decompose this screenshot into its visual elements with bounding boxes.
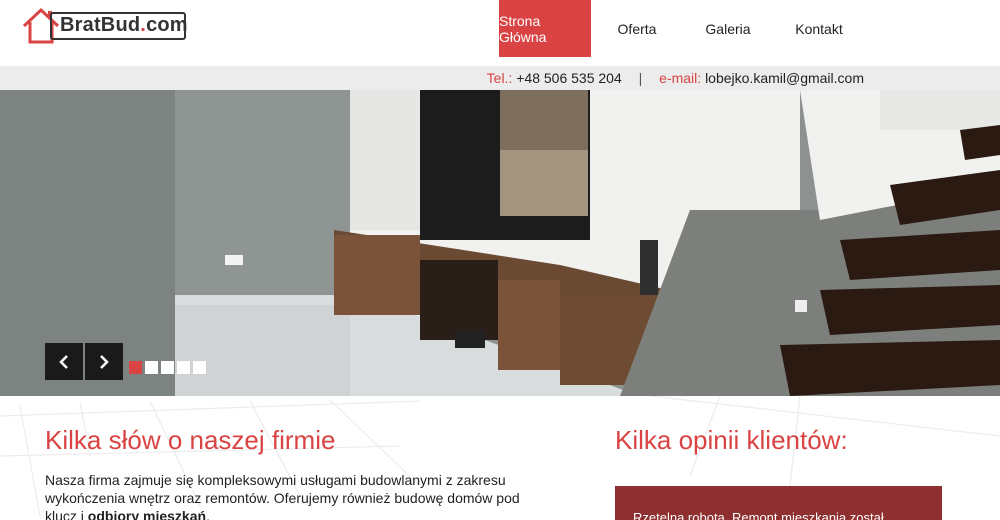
nav-item-offer[interactable]: Oferta <box>591 0 683 57</box>
about-heading: Kilka słów o naszej firmie <box>45 425 336 455</box>
hero-slider <box>0 90 1000 396</box>
nav-item-contact[interactable]: Kontakt <box>773 0 865 57</box>
logo[interactable]: BratBud.com <box>22 6 188 44</box>
content-section: Kilka słów o naszej firmie Kilka opinii … <box>0 396 1000 520</box>
email-address[interactable]: lobejko.kamil@gmail.com <box>705 70 864 86</box>
slider-prev-button[interactable] <box>45 343 83 380</box>
about-text: Nasza firma zajmuje się kompleksowymi us… <box>45 471 555 520</box>
hero-image <box>0 90 1000 396</box>
site-header: BratBud.com Strona Główna Oferta Galeria… <box>0 0 1000 66</box>
about-text-bold: odbiory mieszkań <box>87 508 207 520</box>
phone-label: Tel.: <box>486 70 513 86</box>
slider-dot-4[interactable] <box>177 361 190 374</box>
slider-pagination <box>129 361 206 374</box>
chevron-right-icon <box>100 354 109 369</box>
contact-line: Tel.: +48 506 535 204 | e-mail: lobejko.… <box>487 70 864 86</box>
logo-text: BratBud.com <box>60 14 188 36</box>
opinion-card: Rzetelna robota. Remont mieszkania zosta… <box>615 486 942 520</box>
slider-next-button[interactable] <box>85 343 123 380</box>
nav-item-gallery[interactable]: Galeria <box>683 0 773 57</box>
slider-dot-3[interactable] <box>161 361 174 374</box>
email-label: e-mail: <box>659 70 702 86</box>
chevron-left-icon <box>59 354 68 369</box>
slider-dot-2[interactable] <box>145 361 158 374</box>
opinion-text: Rzetelna robota. Remont mieszkania zosta… <box>633 510 884 520</box>
contact-bar: Tel.: +48 506 535 204 | e-mail: lobejko.… <box>0 66 1000 90</box>
opinions-heading: Kilka opinii klientów: <box>615 425 848 455</box>
main-nav: Strona Główna Oferta Galeria Kontakt <box>499 0 865 57</box>
slider-dot-1[interactable] <box>129 361 142 374</box>
nav-item-home[interactable]: Strona Główna <box>499 0 591 57</box>
about-text-end: . <box>206 508 210 520</box>
slider-dot-5[interactable] <box>193 361 206 374</box>
contact-separator: | <box>638 70 643 86</box>
phone-number[interactable]: +48 506 535 204 <box>516 70 622 86</box>
